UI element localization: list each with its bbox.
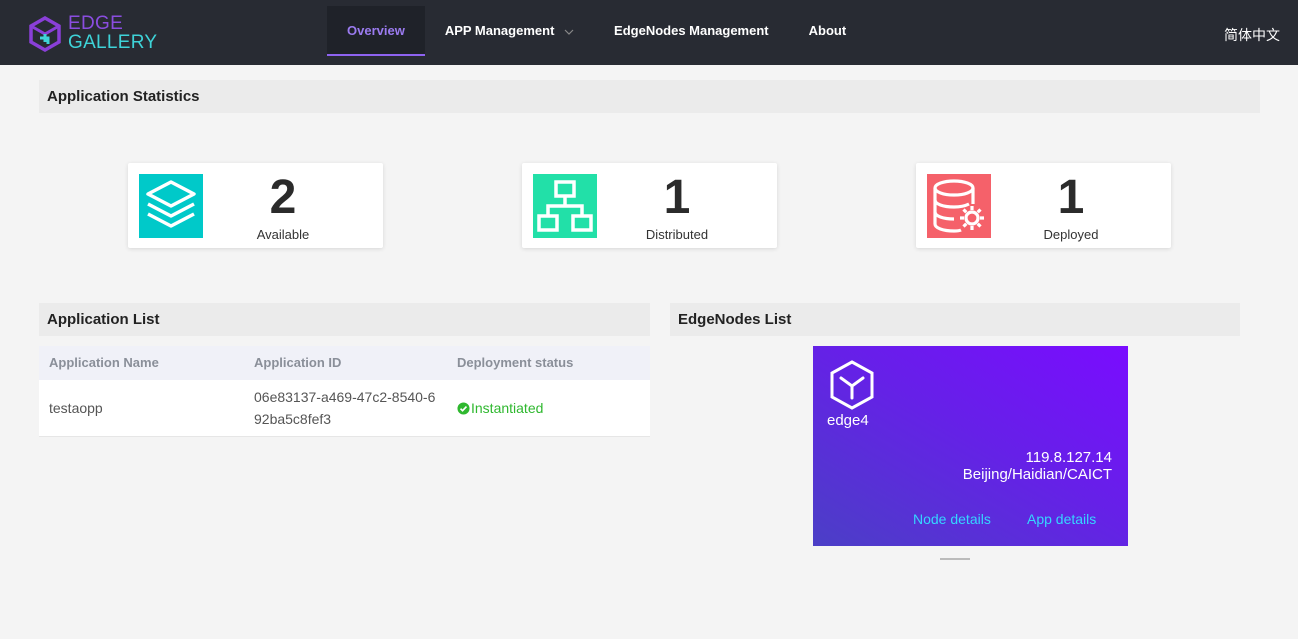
hierarchy-icon <box>533 174 597 238</box>
stat-card-distributed: 1 Distributed <box>522 163 777 248</box>
stat-card-deployed: 1 Deployed <box>916 163 1171 248</box>
column-header-name: Application Name <box>49 355 159 370</box>
application-list-header: Application List <box>39 303 650 336</box>
app-details-link[interactable]: App details <box>1027 511 1096 527</box>
main-nav: Overview APP Management EdgeNodes Manage… <box>327 6 866 56</box>
node-location: Beijing/Haidian/CAICT <box>962 466 1112 483</box>
edge-node-card: edge4 119.8.127.14 Beijing/Haidian/CAICT… <box>813 346 1128 546</box>
distributed-label: Distributed <box>645 227 709 242</box>
deployment-status-cell: Instantiated <box>447 380 650 436</box>
table-header-row: Application Name Application ID Deployme… <box>39 346 650 380</box>
nav-about[interactable]: About <box>789 6 867 56</box>
edgenodes-list-header: EdgeNodes List <box>670 303 1240 336</box>
language-switch[interactable]: 简体中文 <box>1224 25 1280 45</box>
logo-text-line2: GALLERY <box>68 32 158 53</box>
node-name: edge4 <box>827 412 869 429</box>
table-row[interactable]: testaopp 06e83137-a469-47c2-8540-6 92ba5… <box>39 380 650 437</box>
available-label: Available <box>256 227 310 242</box>
node-ip: 119.8.127.14 <box>1025 449 1112 466</box>
edgegallery-logo[interactable]: EDGE GALLERY <box>28 14 158 54</box>
database-gear-icon <box>927 174 991 238</box>
chevron-down-icon <box>564 29 574 35</box>
distributed-count: 1 <box>663 171 691 224</box>
status-text: Instantiated <box>471 400 544 416</box>
app-id-cell: 06e83137-a469-47c2-8540-6 92ba5c8fef3 <box>244 380 447 436</box>
nav-app-management[interactable]: APP Management <box>425 6 594 56</box>
top-navigation-bar: EDGE GALLERY Overview APP Management Edg… <box>0 0 1298 65</box>
carousel-indicator[interactable] <box>940 558 970 560</box>
node-cube-icon <box>830 360 874 410</box>
logo-text-line1: EDGE <box>68 13 124 34</box>
column-header-status: Deployment status <box>457 355 574 370</box>
node-details-link[interactable]: Node details <box>913 511 991 527</box>
available-count: 2 <box>269 171 297 224</box>
deployed-label: Deployed <box>1043 227 1099 242</box>
nav-app-management-label: APP Management <box>444 23 555 38</box>
layers-icon <box>139 174 203 238</box>
nav-edgenodes-management[interactable]: EdgeNodes Management <box>594 6 789 56</box>
cube-logo-icon <box>29 16 61 52</box>
column-header-id: Application ID <box>254 355 342 370</box>
nav-overview[interactable]: Overview <box>327 6 425 56</box>
status-badge: Instantiated <box>457 400 543 416</box>
check-circle-icon <box>457 401 470 415</box>
deployed-count: 1 <box>1057 171 1085 224</box>
app-id-line1: 06e83137-a469-47c2-8540-6 <box>254 389 436 405</box>
application-table: Application Name Application ID Deployme… <box>39 346 650 437</box>
app-name-cell: testaopp <box>49 400 103 416</box>
statistics-header: Application Statistics <box>39 80 1260 113</box>
stat-card-available: 2 Available <box>128 163 383 248</box>
app-id-line2: 92ba5c8fef3 <box>254 411 332 427</box>
